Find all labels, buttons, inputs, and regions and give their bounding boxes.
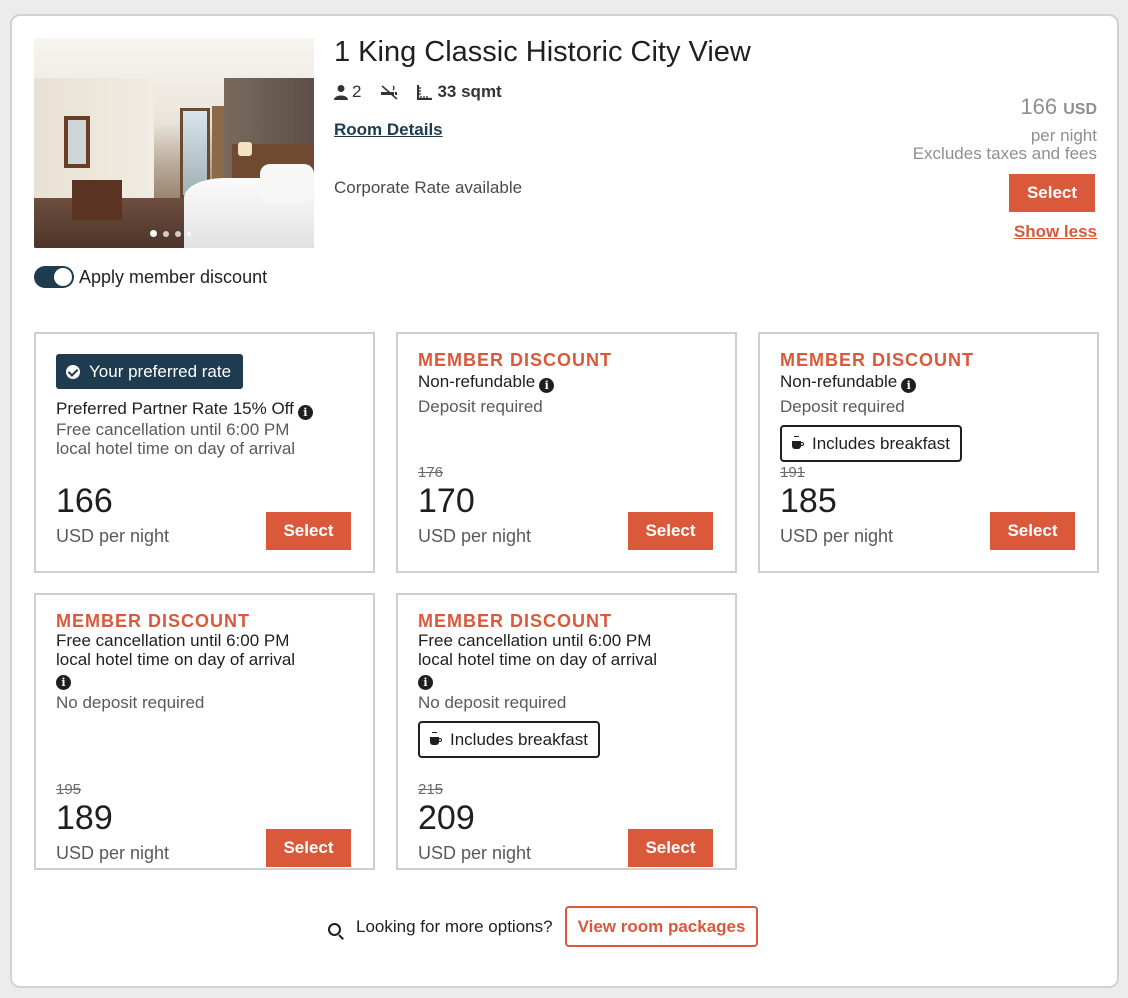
- corporate-rate-note: Corporate Rate available: [334, 178, 523, 197]
- member-discount-label: Apply member discount: [79, 266, 268, 287]
- includes-breakfast-label: Includes breakfast: [450, 729, 588, 749]
- rate-price: 166: [56, 482, 113, 520]
- preferred-rate-badge: Your preferred rate: [56, 354, 244, 389]
- view-room-packages-button[interactable]: View room packages: [564, 906, 759, 947]
- rate-policy-line2: local hotel time on day of arrival: [418, 650, 658, 669]
- info-icon[interactable]: i: [539, 378, 555, 393]
- room-price-value: 166: [1020, 94, 1058, 119]
- rate-per-night: USD per night: [56, 526, 170, 546]
- rate-deposit: Deposit required: [418, 397, 543, 416]
- room-currency: USD: [1063, 101, 1097, 118]
- room-title: 1 King Classic Historic City View: [334, 36, 751, 68]
- room-price: 166 USD: [913, 94, 1097, 120]
- rate-card-member-free-cancel-breakfast: MEMBER DISCOUNT Free cancellation until …: [396, 593, 737, 870]
- no-smoking-icon: [379, 84, 399, 100]
- rate-per-night: USD per night: [418, 843, 532, 863]
- carousel-dots: [150, 230, 191, 237]
- info-icon[interactable]: i: [901, 378, 917, 393]
- rate-cancellation: Free cancellation until 6:00 PM: [56, 420, 290, 439]
- rate-policy-text: Non-refundable: [418, 372, 536, 391]
- room-details-link[interactable]: Room Details: [334, 120, 443, 140]
- rate-card-member-free-cancel: MEMBER DISCOUNT Free cancellation until …: [34, 593, 375, 870]
- rate-card-preferred: Your preferred rate Preferred Partner Ra…: [34, 332, 375, 573]
- carousel-dot[interactable]: [175, 230, 181, 237]
- room-card: 1 King Classic Historic City View 2 33 s…: [10, 14, 1119, 988]
- room-photo-carousel[interactable]: [34, 38, 314, 248]
- check-circle-icon: [66, 364, 80, 379]
- coffee-cup-icon: [430, 731, 442, 745]
- member-discount-toggle[interactable]: [34, 266, 74, 288]
- rate-select-button[interactable]: Select: [628, 829, 713, 867]
- photo-lamp: [238, 142, 252, 156]
- rate-old-price: 191: [780, 464, 806, 481]
- includes-breakfast-label: Includes breakfast: [812, 433, 950, 453]
- person-icon: [334, 84, 348, 100]
- room-price-block: 166 USD per night Excludes taxes and fee…: [913, 94, 1097, 163]
- rate-policy: Non-refundable i: [780, 372, 1077, 393]
- rate-deposit: Deposit required: [780, 397, 905, 416]
- member-discount-row: Apply member discount: [34, 266, 267, 288]
- rate-select-button[interactable]: Select: [266, 512, 351, 550]
- room-excludes-taxes: Excludes taxes and fees: [912, 144, 1097, 163]
- rate-policy-info: i: [414, 669, 715, 690]
- rate-select-button[interactable]: Select: [628, 512, 713, 550]
- rate-per-night: USD per night: [418, 526, 532, 546]
- toggle-knob: [54, 268, 72, 286]
- includes-breakfast-badge: Includes breakfast: [418, 721, 600, 758]
- member-discount-heading: MEMBER DISCOUNT: [418, 350, 612, 370]
- room-size: 33 sqmt: [437, 82, 502, 101]
- rate-old-price: 195: [56, 781, 82, 798]
- rate-name: Preferred Partner Rate 15% Off i: [56, 399, 353, 420]
- photo-pillow: [260, 164, 314, 202]
- rate-select-button[interactable]: Select: [266, 829, 351, 867]
- guest-count: 2: [352, 82, 362, 101]
- rate-select-button[interactable]: Select: [990, 512, 1075, 550]
- rate-price: 170: [418, 482, 475, 520]
- rate-old-price: 176: [418, 464, 444, 481]
- show-less-link[interactable]: Show less: [1014, 222, 1097, 242]
- rate-cancellation-line2: local hotel time on day of arrival: [56, 439, 296, 458]
- includes-breakfast-badge: Includes breakfast: [780, 425, 962, 462]
- rate-card-member-nonrefundable-breakfast: MEMBER DISCOUNT Non-refundable i Deposit …: [758, 332, 1099, 573]
- rate-policy-line2: local hotel time on day of arrival: [56, 650, 296, 669]
- rate-price: 189: [56, 799, 113, 837]
- rate-deposit: No deposit required: [418, 693, 567, 712]
- rate-policy: Non-refundable i: [418, 372, 715, 393]
- rate-policy-line1: Free cancellation until 6:00 PM: [418, 631, 652, 650]
- room-meta: 2 33 sqmt: [334, 82, 520, 102]
- photo-desk: [72, 180, 122, 220]
- more-options-text: Looking for more options?: [356, 916, 553, 936]
- rate-name-text: Preferred Partner Rate 15% Off: [56, 399, 294, 418]
- carousel-dot[interactable]: [163, 230, 169, 237]
- room-per-night: per night: [1030, 126, 1097, 145]
- info-icon[interactable]: i: [418, 675, 433, 690]
- rate-policy-line1: Free cancellation until 6:00 PM: [56, 631, 290, 650]
- info-icon[interactable]: i: [56, 675, 71, 690]
- preferred-rate-badge-label: Your preferred rate: [89, 361, 232, 381]
- rate-card-member-nonrefundable: MEMBER DISCOUNT Non-refundable i Deposit …: [396, 332, 737, 573]
- member-discount-heading: MEMBER DISCOUNT: [56, 611, 250, 631]
- coffee-cup-icon: [792, 435, 804, 449]
- info-icon[interactable]: i: [297, 405, 313, 420]
- carousel-dot[interactable]: [150, 230, 157, 237]
- rate-policy-text: Non-refundable: [780, 372, 898, 391]
- search-icon: [328, 922, 344, 940]
- room-size-icon: [417, 84, 433, 100]
- member-discount-heading: MEMBER DISCOUNT: [780, 350, 974, 370]
- photo-mirror: [64, 116, 90, 168]
- rate-price: 209: [418, 799, 475, 837]
- carousel-dot[interactable]: [187, 231, 191, 236]
- rate-per-night: USD per night: [780, 526, 894, 546]
- more-options-row: Looking for more options? View room pack…: [328, 906, 759, 947]
- rate-old-price: 215: [418, 781, 444, 798]
- rate-policy-info: i: [52, 669, 353, 690]
- rate-price: 185: [780, 482, 837, 520]
- room-select-button[interactable]: Select: [1009, 174, 1095, 212]
- rate-per-night: USD per night: [56, 843, 170, 863]
- member-discount-heading: MEMBER DISCOUNT: [418, 611, 612, 631]
- rate-deposit: No deposit required: [56, 693, 205, 712]
